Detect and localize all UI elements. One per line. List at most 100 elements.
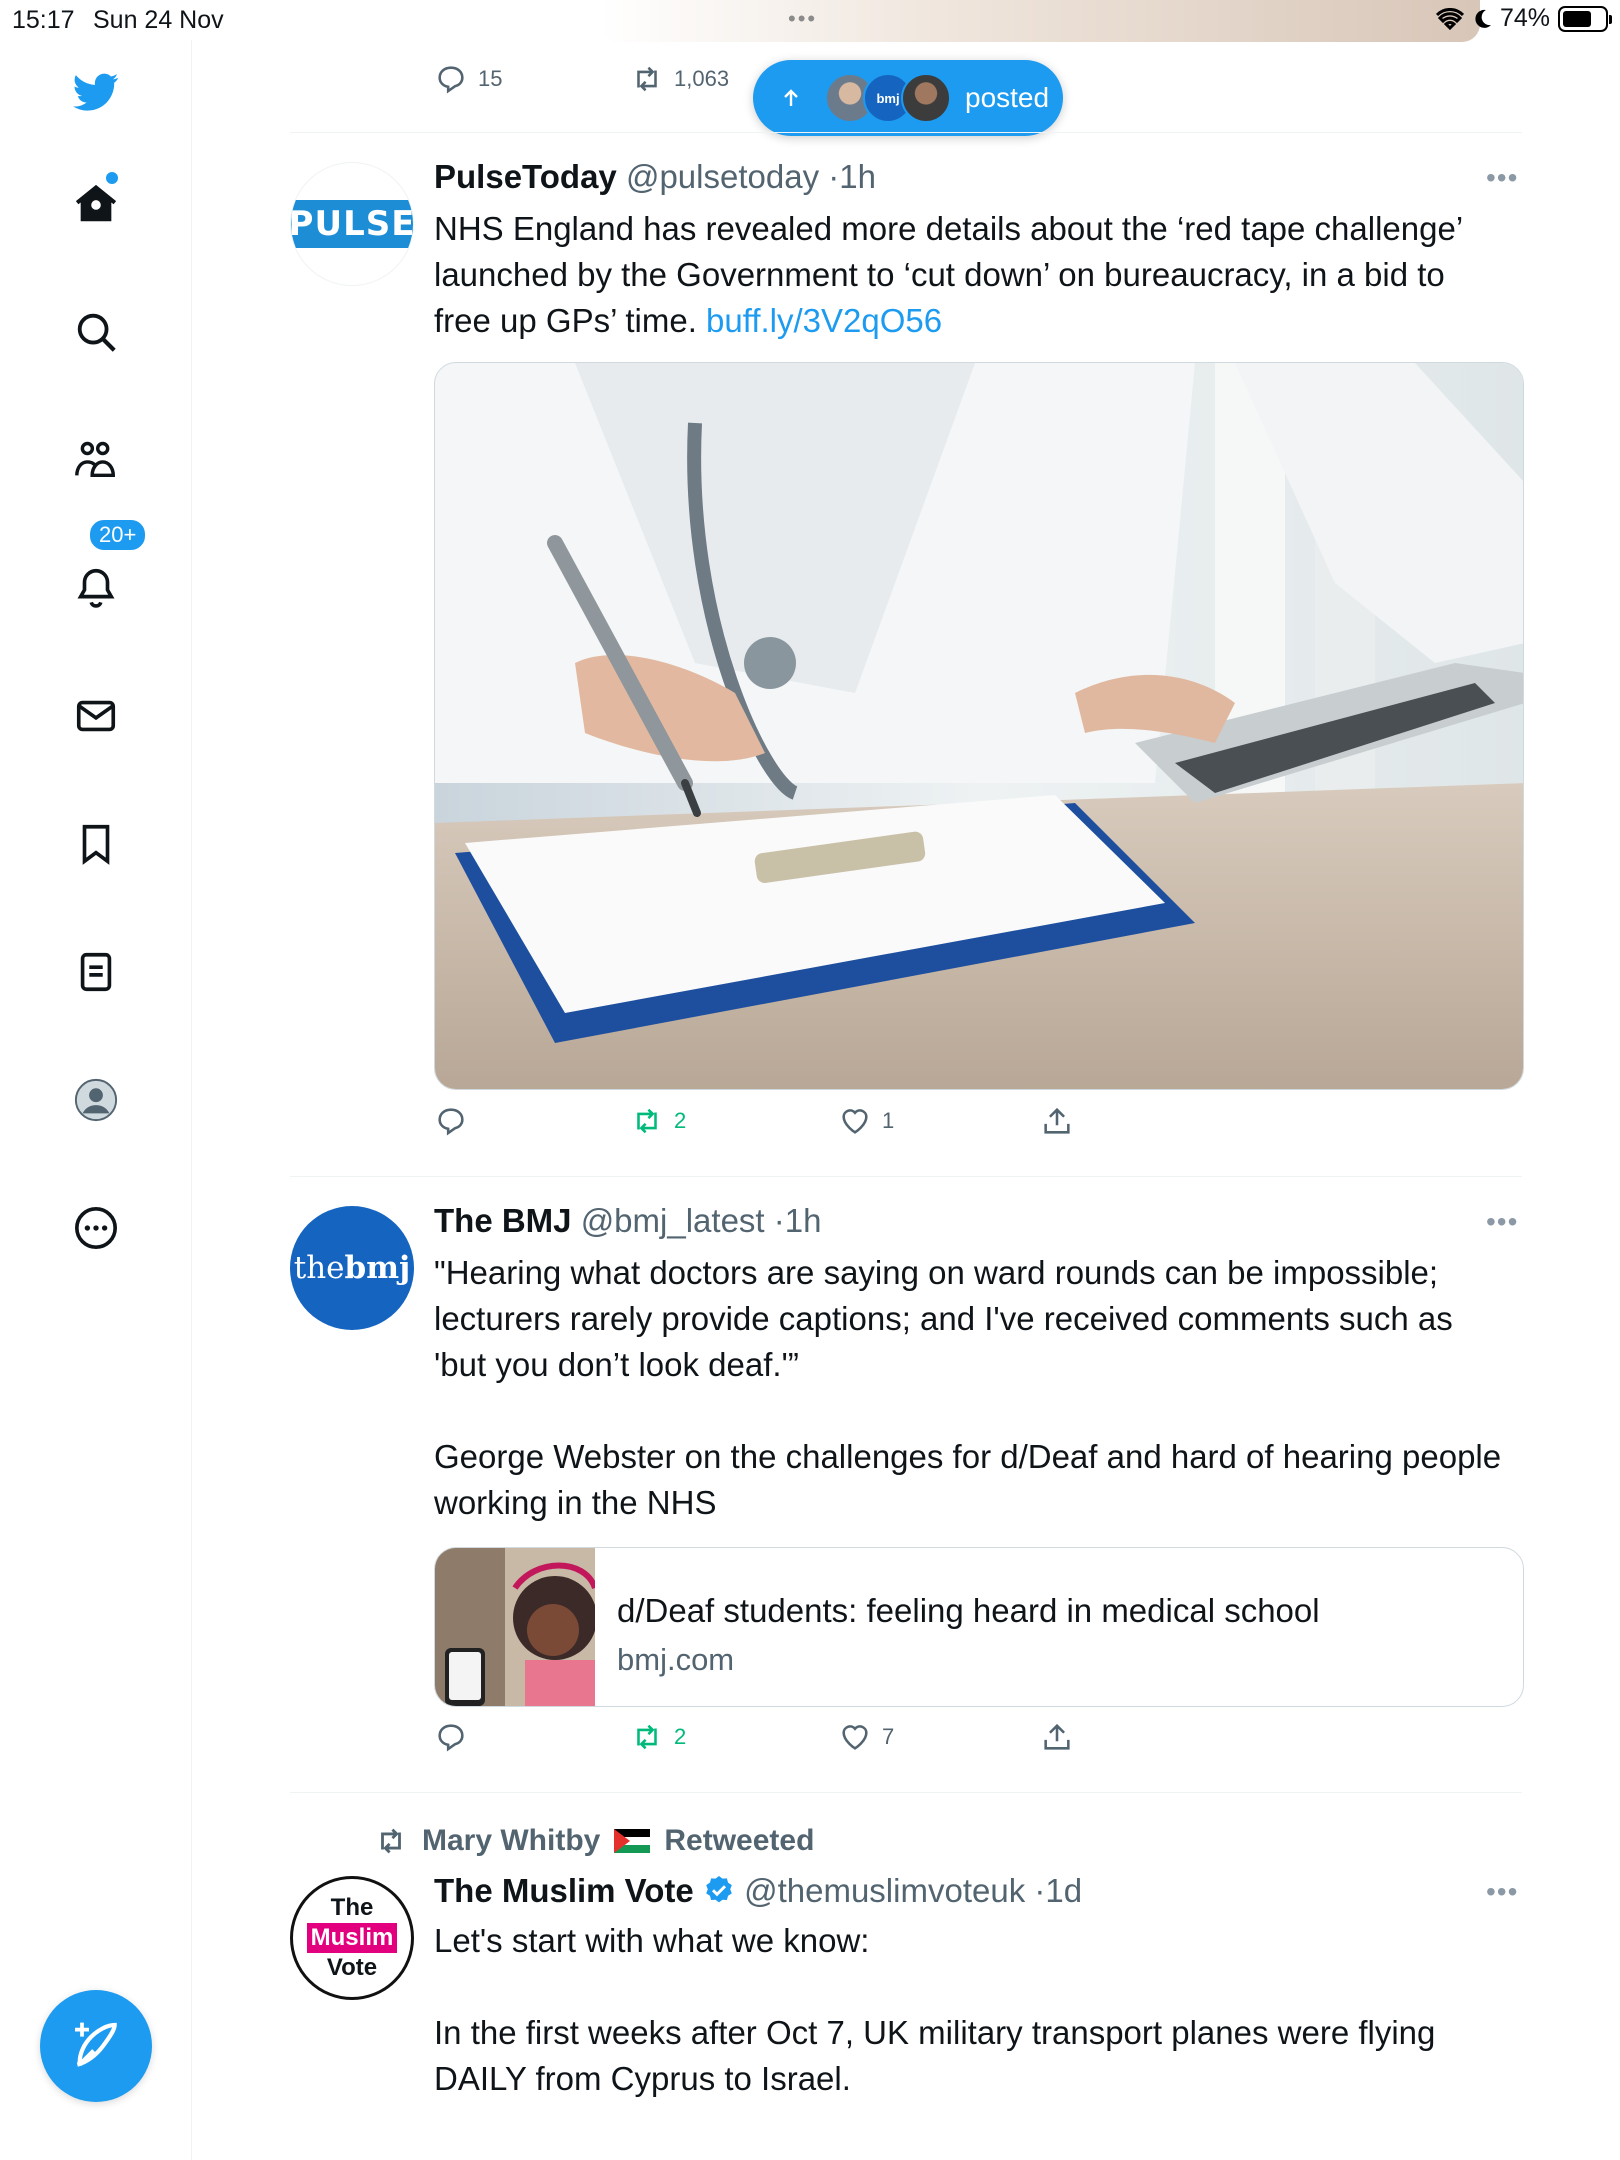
share-button[interactable] [1040,1104,1074,1138]
tweet-time[interactable]: 1h [785,1202,822,1239]
retweeted-by-line: Mary Whitby Retweeted [374,1824,814,1858]
tweet-time[interactable]: 1h [839,158,876,195]
compose-feather-icon [75,2022,117,2067]
reply-icon [438,1108,464,1136]
pulse-avatar[interactable]: PULSE [290,162,414,286]
doctor-writing-photo [435,363,1523,1089]
retweeter-name[interactable]: Mary Whitby [422,1824,600,1858]
link-card-thumbnail [435,1548,595,1706]
more-options-icon[interactable] [66,1198,126,1258]
separator: · [773,1202,785,1239]
author-name[interactable]: PulseToday [434,158,617,195]
notifications-bell-icon[interactable] [66,558,126,618]
home-icon[interactable] [66,174,126,234]
like-button[interactable]: 1 [838,1104,894,1138]
tweet-body-summary: George Webster on the challenges for d/D… [434,1438,1502,1521]
reply-button[interactable]: 15 [434,62,502,96]
new-posts-pill[interactable]: bmj posted [753,60,1063,136]
bookmarks-icon[interactable] [66,814,126,874]
author-handle[interactable]: @themuslimvoteuk [744,1872,1025,1909]
pill-avatar-3 [901,73,951,123]
arrow-up-icon [784,89,798,106]
bmj-logo-bmj: bmj [344,1250,411,1286]
tweet-header: The BMJ @bmj_latest ·1h [434,1202,821,1240]
battery-percent: 74% [1499,4,1550,32]
status-time: 15:17 [12,6,75,34]
tweet-more-button[interactable]: ••• [1486,1206,1518,1238]
messages-icon[interactable] [66,686,126,746]
bmj-logo-the: the [293,1250,345,1286]
divider [290,132,1522,133]
tweet-image[interactable] [434,362,1524,1090]
reply-icon [438,1724,464,1752]
retweet-count: 2 [674,1108,687,1133]
notifications-badge: 20+ [88,518,148,552]
tweet-text: "Hearing what doctors are saying on ward… [434,1250,1504,1526]
link-card-domain: bmj.com [617,1642,735,1677]
tweet-header: PulseToday @pulsetoday ·1h [434,158,876,196]
avatar-line-3: Vote [326,1954,378,1981]
tweet-link[interactable]: buff.ly/3V2qO56 [706,302,942,339]
retweet-icon [637,1108,657,1134]
pulse-logo-text: PULSE [291,200,413,248]
share-icon [1044,1723,1070,1750]
divider [290,1176,1522,1177]
like-count: 1 [882,1108,895,1133]
share-icon [1044,1107,1070,1134]
reply-button[interactable] [434,1720,468,1754]
tweet-body-quote: "Hearing what doctors are saying on ward… [434,1254,1453,1383]
tweet-actions: 2 7 [434,1720,1134,1770]
retweet-button[interactable]: 2 [630,1104,686,1138]
heart-icon [842,1109,868,1134]
avatar-line-1: The [330,1894,374,1921]
retweeted-label: Retweeted [664,1824,815,1857]
retweet-button[interactable]: 2 [630,1720,686,1754]
status-right: 74% [1435,4,1612,33]
author-handle[interactable]: @pulsetoday [626,158,819,195]
retweet-icon [637,1724,657,1750]
muslim-vote-avatar[interactable]: The Muslim Vote [290,1876,414,2000]
retweet-icon [637,66,657,92]
tweet-text: Let's start with what we know: In the fi… [434,1918,1504,2102]
reply-button[interactable] [434,1104,468,1138]
tweet-header: The Muslim Vote @themuslimvoteuk ·1d [434,1872,1082,1910]
like-count: 7 [882,1724,895,1749]
retweet-count: 1,063 [674,66,730,91]
wifi-icon [1435,7,1464,30]
link-card-title: d/Deaf students: feeling heard in medica… [617,1592,1320,1629]
status-date: Sun 24 Nov [93,6,224,34]
tweet-more-button[interactable]: ••• [1486,162,1518,194]
tweet-more-button[interactable]: ••• [1486,1876,1518,1908]
verified-badge-icon [706,1876,732,1903]
pill-label: posted [965,82,1050,113]
like-button[interactable]: 7 [838,1720,894,1754]
reply-count: 15 [478,66,503,91]
tweet-body-line-1: Let's start with what we know: [434,1922,870,1959]
retweet-button[interactable]: 1,063 [630,62,729,96]
multitasking-dots[interactable]: ••• [788,6,817,32]
share-button[interactable] [1040,1720,1074,1754]
tweet-actions: 2 1 [434,1104,1134,1154]
tweet-body: NHS England has revealed more details ab… [434,210,1462,339]
communities-icon[interactable] [66,430,126,490]
tweet-text: NHS England has revealed more details ab… [434,206,1504,344]
battery-icon [1558,5,1612,32]
status-bar: 15:17 Sun 24 Nov ••• 74% [0,0,1620,40]
lists-icon[interactable] [66,942,126,1002]
compose-tweet-button[interactable] [40,1990,152,2102]
author-name[interactable]: The Muslim Vote [434,1872,694,1909]
divider [290,1792,1522,1793]
author-handle[interactable]: @bmj_latest [581,1202,765,1239]
search-icon[interactable] [66,302,126,362]
home-unread-dot [106,172,118,184]
twitter-logo-icon[interactable] [66,62,126,122]
reply-icon [438,66,464,94]
moon-icon [1475,9,1491,28]
separator: · [828,158,840,195]
link-card[interactable]: d/Deaf students: feeling heard in medica… [434,1547,1524,1707]
profile-avatar-icon[interactable] [66,1070,126,1130]
tweet-time[interactable]: 1d [1045,1872,1082,1909]
avatar-line-2: Muslim [306,1923,398,1953]
author-name[interactable]: The BMJ [434,1202,572,1239]
bmj-avatar[interactable]: the bmj [290,1206,414,1330]
